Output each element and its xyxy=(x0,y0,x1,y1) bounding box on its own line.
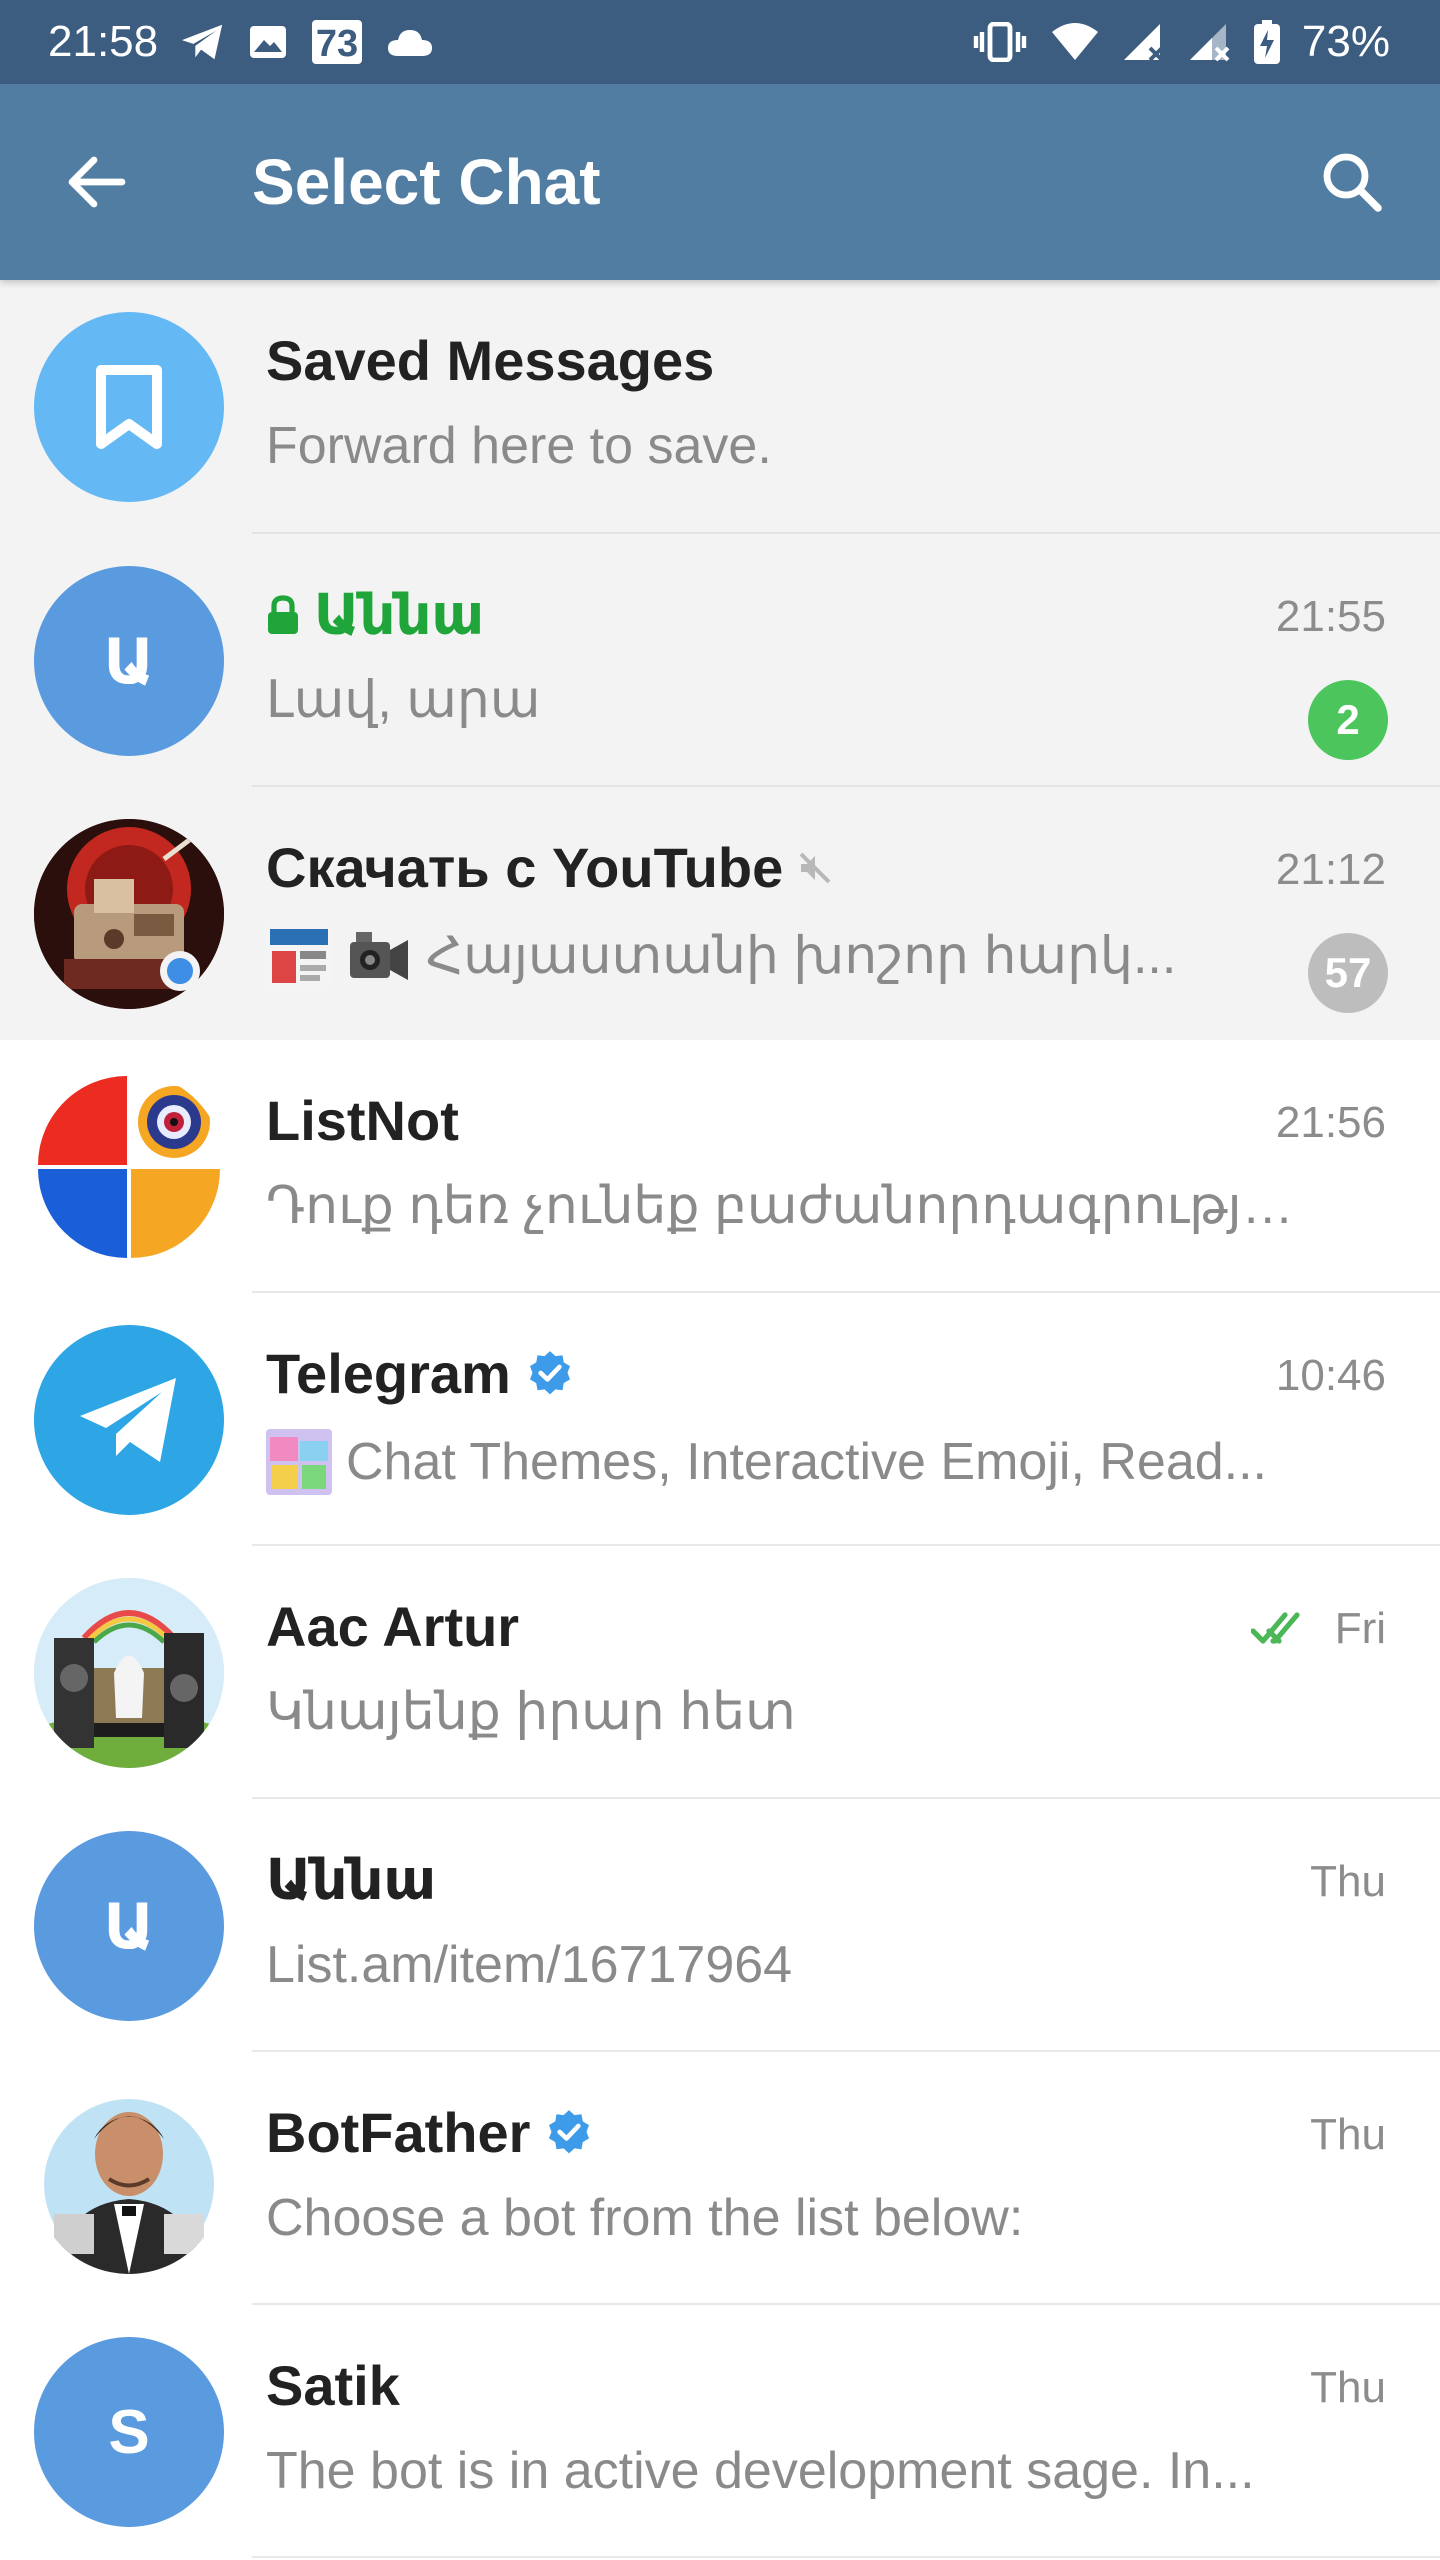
chat-preview: Լավ, արա xyxy=(266,671,541,729)
chat-time: Thu xyxy=(1310,2110,1386,2159)
chat-name: Saved Messages xyxy=(266,329,715,392)
chat-name: Աննա xyxy=(266,1848,437,1911)
gallery-notif-icon xyxy=(248,22,288,62)
vibrate-icon xyxy=(972,22,1028,62)
chat-name: BotFather xyxy=(266,2100,594,2165)
chat-time: 21:12 xyxy=(1275,845,1386,894)
chat-time: Fri xyxy=(1250,1604,1386,1654)
chat-item-aac-artur[interactable]: Aac Artur Կնայենք իրար հետ Fri xyxy=(0,1546,1440,1799)
chat-item-listnot[interactable]: ListNot Դուք դեռ չունեք բաժանորդագրությո… xyxy=(0,1040,1440,1293)
chat-preview: The bot is in active development sage. I… xyxy=(266,2442,1255,2500)
chat-list: Saved Messages Forward here to save. Ա Ա… xyxy=(0,280,1440,2558)
bookmark-icon xyxy=(96,365,162,449)
battery-icon xyxy=(1253,20,1280,64)
chat-item-youtube-bot[interactable]: Скачать с YouTube Հայաստանի խոշոր հարկ..… xyxy=(0,787,1440,1040)
chat-item-anna[interactable]: Ա Աննա List.am/item/16717964 Thu xyxy=(0,1799,1440,2052)
page-title: Select Chat xyxy=(252,146,601,218)
signal-icon xyxy=(1122,22,1166,62)
listnot-logo-icon xyxy=(34,1072,224,1262)
chat-item-anna-secret[interactable]: Ա Աննա Լավ, արա 21:55 2 xyxy=(0,534,1440,787)
status-bar: 21:58 73 73% xyxy=(0,0,1440,84)
status-time: 21:58 xyxy=(48,17,159,66)
chat-name: Telegram xyxy=(266,1341,575,1406)
temperature-notif-icon: 73 xyxy=(310,18,364,66)
chat-preview: Choose a bot from the list below: xyxy=(266,2189,1024,2247)
telegram-logo-icon xyxy=(80,1378,176,1462)
chat-time: 10:46 xyxy=(1275,1351,1386,1400)
chat-time: 21:56 xyxy=(1275,1098,1386,1147)
unread-badge: 57 xyxy=(1308,933,1388,1013)
double-check-icon xyxy=(1250,1612,1300,1644)
avatar xyxy=(34,1072,224,1262)
svg-text:73: 73 xyxy=(316,23,358,65)
avatar: S xyxy=(34,2337,224,2527)
avatar xyxy=(34,1325,224,1515)
chat-item-telegram[interactable]: Telegram Chat Themes, Interactive Emoji,… xyxy=(0,1293,1440,1546)
chat-name: Satik xyxy=(266,2354,400,2417)
cloud-notif-icon xyxy=(386,26,434,58)
avatar xyxy=(34,2084,224,2274)
chat-preview: Հայաստանի խոշոր հարկ... xyxy=(266,923,1176,989)
muted-icon xyxy=(799,852,831,883)
chat-preview: List.am/item/16717964 xyxy=(266,1936,793,1994)
search-button[interactable] xyxy=(1316,146,1388,218)
battery-percent: 73% xyxy=(1301,17,1390,66)
chat-preview: Կնայենք իրար հետ xyxy=(266,1683,796,1741)
chat-item-botfather[interactable]: BotFather Choose a bot from the list bel… xyxy=(0,2052,1440,2305)
chat-time: 21:55 xyxy=(1275,592,1386,641)
avatar xyxy=(34,1578,224,1768)
chat-time: Thu xyxy=(1310,2363,1386,2412)
telegram-notif-icon xyxy=(180,22,226,62)
chat-preview: Դուք դեռ չունեք բաժանորդագրությու... xyxy=(266,1177,1326,1235)
divider xyxy=(252,2556,1440,2558)
artur-avatar-image xyxy=(34,1578,224,1768)
wifi-icon xyxy=(1050,22,1100,62)
arrow-back-icon xyxy=(68,156,126,208)
avatar: Ա xyxy=(34,566,224,756)
signal-icon-2 xyxy=(1188,22,1232,62)
media-thumbnail-icon xyxy=(266,923,332,989)
verified-icon xyxy=(529,1350,570,1394)
chat-item-saved-messages[interactable]: Saved Messages Forward here to save. xyxy=(0,280,1440,534)
back-button[interactable] xyxy=(60,146,132,218)
app-bar: Select Chat xyxy=(0,84,1440,280)
chat-name: ListNot xyxy=(266,1089,459,1152)
chat-preview: Forward here to save. xyxy=(266,417,772,475)
lock-icon xyxy=(268,595,298,634)
botfather-avatar-image xyxy=(34,2084,224,2274)
chat-time: Thu xyxy=(1310,1857,1386,1906)
chat-name: Աննա xyxy=(266,582,484,648)
verified-icon xyxy=(549,2109,590,2153)
chat-name: Aac Artur xyxy=(266,1595,520,1658)
chat-item-satik[interactable]: S Satik The bot is in active development… xyxy=(0,2305,1440,2558)
search-icon xyxy=(1323,153,1382,212)
chat-name: Скачать с YouTube xyxy=(266,835,833,900)
unread-badge: 2 xyxy=(1308,680,1388,760)
media-thumbnail-icon xyxy=(266,1429,332,1495)
online-indicator xyxy=(160,951,200,991)
avatar: Ա xyxy=(34,1831,224,2021)
avatar xyxy=(34,312,224,502)
video-camera-icon xyxy=(350,932,408,980)
chat-preview: Chat Themes, Interactive Emoji, Read... xyxy=(266,1429,1267,1495)
